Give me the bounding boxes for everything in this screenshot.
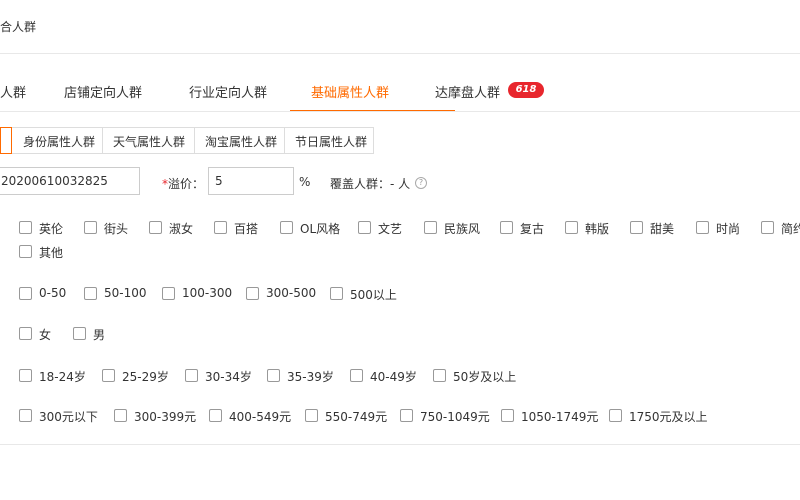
checkbox-style-shunv[interactable] (149, 221, 162, 234)
checkbox-label: 300-399元 (134, 410, 197, 424)
checkbox-label: 18-24岁 (39, 370, 86, 384)
checkbox-label: 男 (93, 328, 106, 342)
checkbox-label: 1050-1749元 (521, 410, 599, 424)
checkbox-price-50-100[interactable] (84, 287, 97, 300)
percent-unit: % (299, 175, 311, 189)
checkbox-price-100-300[interactable] (162, 287, 175, 300)
tab-industry-targeted-crowd[interactable]: 行业定向人群 (189, 82, 267, 101)
subtab-divider (102, 127, 103, 154)
checkbox-label: 其他 (39, 246, 64, 260)
checkbox-age-18-24[interactable] (19, 369, 32, 382)
checkbox-label: 甜美 (650, 222, 675, 236)
checkbox-label: 百搭 (234, 222, 259, 236)
checkbox-spend-750-1049[interactable] (400, 409, 413, 422)
checkbox-style-minzufeng[interactable] (424, 221, 437, 234)
checkbox-age-25-29[interactable] (102, 369, 115, 382)
checkbox-spend-1750-plus[interactable] (609, 409, 622, 422)
checkbox-style-qita[interactable] (19, 245, 32, 258)
tab-damopan-crowd[interactable]: 达摩盘人群 (435, 82, 500, 101)
tab-crowd[interactable]: 人群 (0, 82, 26, 101)
subtab-weather-attribute[interactable]: 天气属性人群 (113, 133, 185, 150)
checkbox-label: 300-500 (266, 286, 317, 300)
checkbox-style-ol[interactable] (280, 221, 293, 234)
checkbox-label: 35-39岁 (287, 370, 334, 384)
checkbox-style-jianyue[interactable] (761, 221, 774, 234)
checkbox-spend-550-749[interactable] (305, 409, 318, 422)
checkbox-label: 30-34岁 (205, 370, 252, 384)
checkbox-label: 0-50 (39, 286, 67, 300)
checkbox-label: 1750元及以上 (629, 410, 708, 424)
checkbox-label: 淑女 (169, 222, 194, 236)
checkbox-style-baida[interactable] (214, 221, 227, 234)
subtab-holiday-attribute[interactable]: 节日属性人群 (295, 133, 367, 150)
checkbox-gender-male[interactable] (73, 327, 86, 340)
checkbox-label: 民族风 (444, 222, 481, 236)
checkbox-label: 40-49岁 (370, 370, 417, 384)
checkbox-spend-under-300[interactable] (19, 409, 32, 422)
checkbox-age-35-39[interactable] (267, 369, 280, 382)
checkbox-label: 文艺 (378, 222, 403, 236)
header-divider (0, 53, 800, 54)
checkbox-label: 50-100 (104, 286, 147, 300)
price-label-text: 溢价： (168, 177, 205, 191)
checkbox-age-40-49[interactable] (350, 369, 363, 382)
checkbox-label: 街头 (104, 222, 129, 236)
checkbox-price-300-500[interactable] (246, 287, 259, 300)
bottom-divider (0, 444, 800, 445)
checkbox-style-shishang[interactable] (696, 221, 709, 234)
crowd-name-input[interactable] (0, 167, 140, 195)
checkbox-price-500-plus[interactable] (330, 287, 343, 300)
checkbox-label: 550-749元 (325, 410, 388, 424)
checkbox-label: 女 (39, 328, 52, 342)
help-icon[interactable]: ? (415, 177, 427, 189)
tab-basic-attribute-crowd[interactable]: 基础属性人群 (311, 82, 389, 101)
checkbox-style-jietou[interactable] (84, 221, 97, 234)
checkbox-label: 韩版 (585, 222, 610, 236)
checkbox-style-hanban[interactable] (565, 221, 578, 234)
checkbox-price-0-50[interactable] (19, 287, 32, 300)
tabs-divider (0, 111, 800, 112)
checkbox-age-50-plus[interactable] (433, 369, 446, 382)
subtab-identity-attribute[interactable]: 身份属性人群 (23, 133, 95, 150)
618-badge: 618 (508, 82, 544, 98)
checkbox-label: 400-549元 (229, 410, 292, 424)
checkbox-label: 50岁及以上 (453, 370, 517, 384)
checkbox-label: 500以上 (350, 288, 397, 302)
checkbox-spend-1050-1749[interactable] (501, 409, 514, 422)
checkbox-style-wenyi[interactable] (358, 221, 371, 234)
coverage-value: - 人 (390, 177, 411, 191)
checkbox-spend-400-549[interactable] (209, 409, 222, 422)
subtab-divider (284, 127, 285, 154)
checkbox-style-yinglun[interactable] (19, 221, 32, 234)
price-premium-input[interactable] (208, 167, 294, 195)
checkbox-label: 时尚 (716, 222, 741, 236)
checkbox-label: OL风格 (300, 222, 341, 236)
checkbox-style-fugu[interactable] (500, 221, 513, 234)
checkbox-label: 25-29岁 (122, 370, 169, 384)
tab-shop-targeted-crowd[interactable]: 店铺定向人群 (64, 82, 142, 101)
checkbox-label: 复古 (520, 222, 545, 236)
checkbox-age-30-34[interactable] (185, 369, 198, 382)
checkbox-label: 简约 (781, 222, 800, 236)
checkbox-spend-300-399[interactable] (114, 409, 127, 422)
checkbox-label: 750-1049元 (420, 410, 490, 424)
checkbox-label: 300元以下 (39, 410, 98, 424)
price-label: *溢价： (162, 175, 204, 192)
checkbox-gender-female[interactable] (19, 327, 32, 340)
subtab-divider (194, 127, 195, 154)
subtab-taobao-attribute[interactable]: 淘宝属性人群 (205, 133, 277, 150)
checkbox-style-tianmei[interactable] (630, 221, 643, 234)
subtab-first[interactable] (0, 127, 12, 154)
checkbox-label: 100-300 (182, 286, 233, 300)
checkbox-label: 英伦 (39, 222, 64, 236)
page-title: 合人群 (0, 20, 37, 34)
coverage-label: 覆盖人群： (330, 177, 391, 191)
